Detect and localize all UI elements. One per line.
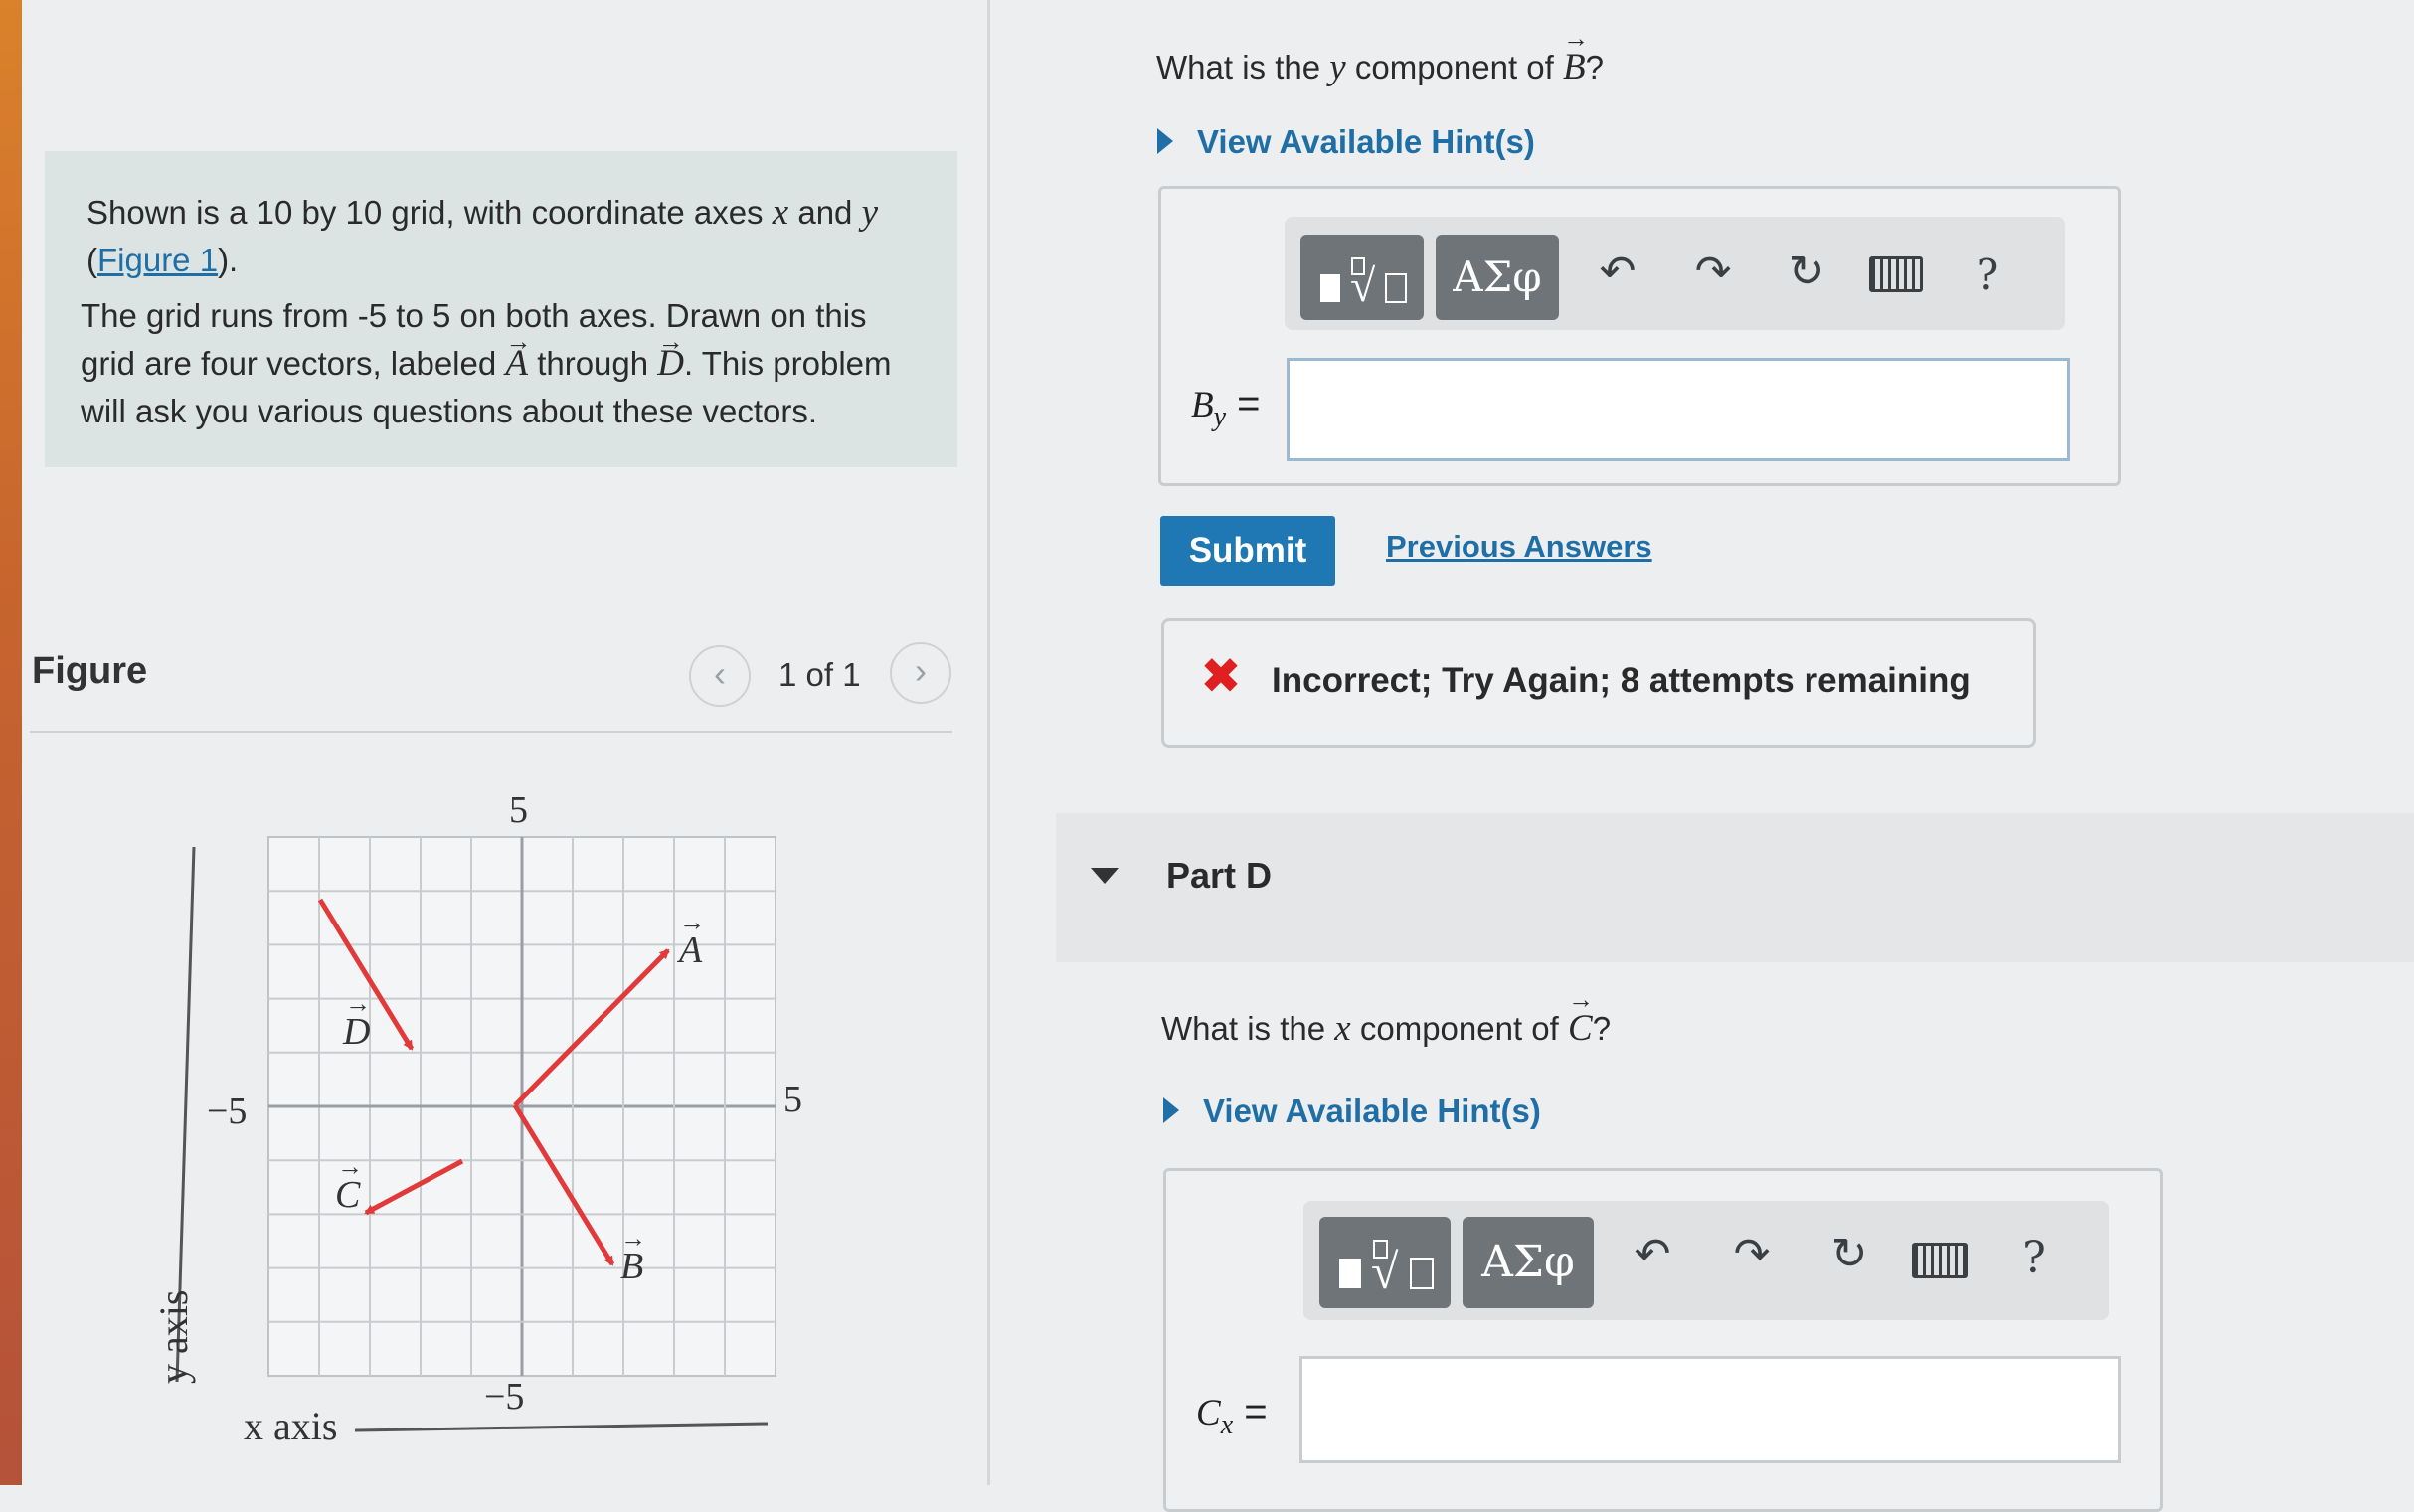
svg-text:√: √: [1371, 1244, 1399, 1299]
answer-box-part-c: √ ΑΣφ ↶ ↷ ↻ ? By =: [1158, 186, 2121, 486]
part-d-question: What is the x component of C?: [1161, 985, 1612, 1050]
vector-symbol: C: [1568, 985, 1593, 1050]
greek-symbols-button[interactable]: ΑΣφ: [1463, 1217, 1594, 1308]
axis-y-symbol: y: [861, 192, 879, 233]
greek-symbols-button[interactable]: ΑΣφ: [1436, 235, 1559, 320]
answer-input-cx[interactable]: [1299, 1356, 2121, 1463]
view-hints-link[interactable]: View Available Hint(s): [1203, 1092, 1541, 1130]
question-text: component of: [1354, 49, 1554, 85]
vector-arrow-glyph: →: [620, 1224, 646, 1253]
templates-button[interactable]: √: [1300, 235, 1424, 320]
intro-through: through: [537, 345, 649, 382]
question-mark: ?: [1585, 49, 1604, 85]
tick-label-left: −5: [207, 1091, 247, 1132]
panel-divider: [987, 0, 990, 1485]
intro-line: The grid runs from -5 to 5 on both axes.…: [81, 297, 867, 334]
vector-arrow-glyph: →: [679, 908, 705, 936]
templates-icon: √: [1320, 257, 1407, 311]
input-label-by: By =: [1191, 382, 1261, 433]
axis-x-symbol: x: [772, 192, 789, 233]
label-main: B: [1191, 385, 1214, 425]
problem-intro: Shown is a 10 by 10 grid, with coordinat…: [45, 151, 957, 467]
chevron-right-icon: ›: [915, 650, 927, 691]
vector-arrow-glyph: →: [337, 1152, 363, 1181]
x-axis-line: [354, 1422, 769, 1432]
prev-figure-button[interactable]: ‹: [689, 645, 751, 707]
intro-text: Shown is a 10 by 10 grid, with coordinat…: [86, 194, 764, 231]
figure-link[interactable]: Figure 1: [97, 242, 218, 278]
figure-title: Figure: [32, 650, 148, 692]
part-d-label: Part D: [1166, 855, 1273, 896]
submit-button[interactable]: Submit: [1160, 516, 1335, 586]
redo-icon[interactable]: ↷: [1717, 1229, 1787, 1279]
question-text: component of: [1359, 1010, 1559, 1047]
incorrect-x-icon: ✖: [1200, 648, 1242, 704]
undo-icon[interactable]: ↶: [1583, 247, 1652, 297]
next-figure-button[interactable]: ›: [890, 642, 951, 704]
x-axis-label: x axis: [244, 1404, 337, 1448]
question-mark: ?: [1592, 1010, 1612, 1047]
previous-answers-link[interactable]: Previous Answers: [1386, 529, 1652, 565]
keyboard-icon[interactable]: [1869, 256, 1923, 292]
part-c-question: What is the y component of B?: [1156, 24, 1604, 88]
vector-figure: 5 −5 5 −5 x axis y axis A → B → C → D →: [151, 789, 802, 1448]
intro-paragraph-2: The grid runs from -5 to 5 on both axes.…: [81, 292, 892, 435]
redo-icon[interactable]: ↷: [1678, 247, 1748, 297]
templates-icon: √: [1339, 1240, 1434, 1299]
input-label-cx: Cx =: [1196, 1390, 1268, 1441]
math-toolbar: √ ΑΣφ ↶ ↷ ↻ ?: [1303, 1201, 2109, 1320]
feedback-text: Incorrect; Try Again; 8 attempts remaini…: [1272, 661, 1971, 700]
intro-and: and: [797, 194, 853, 231]
label-main: C: [1196, 1393, 1221, 1433]
equals-sign: =: [1244, 1390, 1268, 1433]
hint-expand-icon[interactable]: [1163, 1097, 1179, 1123]
intro-line: . This problem: [684, 345, 892, 382]
intro-line: grid are four vectors, labeled: [81, 345, 497, 382]
reset-icon[interactable]: ↻: [1814, 1229, 1884, 1279]
keyboard-icon[interactable]: [1912, 1243, 1968, 1278]
component-symbol: y: [1329, 47, 1346, 87]
vector-d-symbol: D: [657, 318, 684, 388]
question-text: What is the: [1161, 1010, 1326, 1047]
label-subscript: x: [1220, 1410, 1234, 1440]
intro-line: will ask you various questions about the…: [81, 393, 818, 429]
hint-expand-icon[interactable]: [1157, 128, 1173, 154]
vector-a-symbol: A: [505, 318, 528, 388]
templates-button[interactable]: √: [1319, 1217, 1451, 1308]
vector-symbol: B: [1563, 24, 1586, 88]
component-symbol: x: [1334, 1008, 1351, 1049]
figure-pager: 1 of 1: [778, 656, 861, 693]
equals-sign: =: [1237, 382, 1261, 425]
tick-label-bottom: −5: [484, 1376, 524, 1418]
view-hints-link[interactable]: View Available Hint(s): [1197, 123, 1535, 161]
intro-paragraph-1: Shown is a 10 by 10 grid, with coordinat…: [86, 192, 879, 278]
vector-arrow-glyph: →: [345, 989, 371, 1018]
answer-box-part-d: √ ΑΣφ ↶ ↷ ↻ ? Cx =: [1163, 1168, 2163, 1512]
answer-input-by[interactable]: [1287, 358, 2070, 461]
collapse-part-d-icon[interactable]: [1091, 868, 1119, 884]
feedback-box: ✖ Incorrect; Try Again; 8 attempts remai…: [1161, 618, 2036, 748]
math-toolbar: √ ΑΣφ ↶ ↷ ↻ ?: [1285, 217, 2065, 330]
tick-label-top: 5: [509, 789, 528, 831]
question-text: What is the: [1156, 49, 1321, 85]
tick-label-right: 5: [783, 1079, 802, 1120]
help-button[interactable]: ?: [1999, 1233, 2069, 1283]
help-button[interactable]: ?: [1953, 251, 2022, 299]
y-axis-label: y axis: [151, 1290, 196, 1384]
chevron-left-icon: ‹: [714, 653, 726, 694]
undo-icon[interactable]: ↶: [1618, 1229, 1687, 1279]
reset-icon[interactable]: ↻: [1772, 247, 1841, 297]
figure-header-rule: [30, 731, 952, 733]
label-subscript: y: [1213, 402, 1227, 432]
